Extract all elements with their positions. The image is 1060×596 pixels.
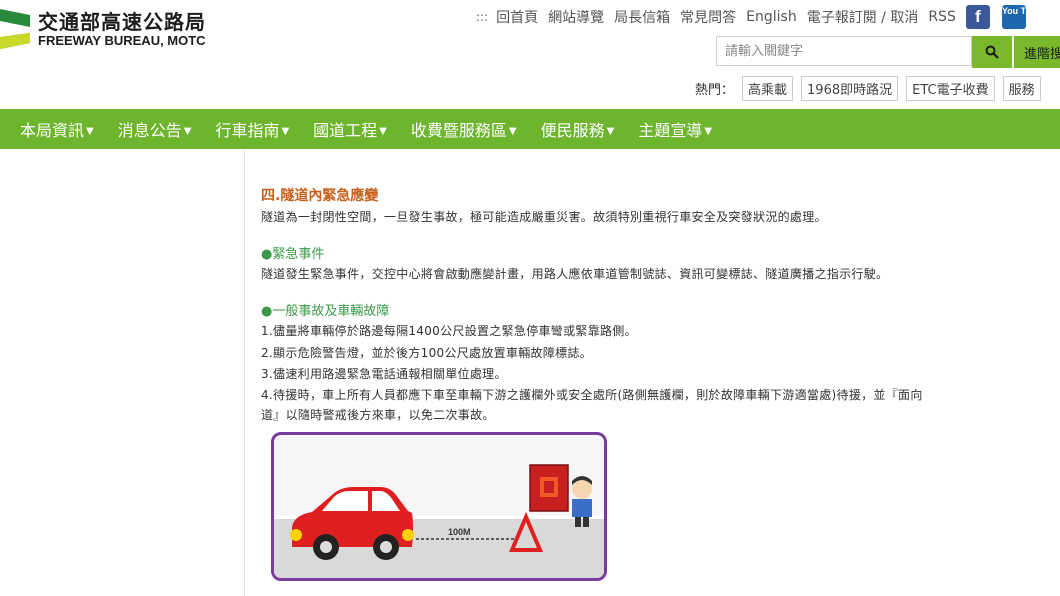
accesskey-link[interactable]: ::: [476, 10, 488, 24]
step-text: 1.儘量將車輛停於路邊每隔1400公尺設置之緊急停車彎或緊靠路側。 [261, 324, 637, 338]
newsletter-link[interactable]: 電子報訂閱 / 取消 [807, 7, 919, 27]
emergency-text: 隧道發生緊急事件，交控中心將會啟動應變計畫，用路人應依車道管制號誌、資訊可變標誌… [261, 267, 889, 281]
top-links: ::: 回首頁 網站導覽 局長信箱 常見問答 English 電子報訂閱 / 取… [476, 5, 1042, 29]
general-heading: ●一般事故及車輛故障 [261, 304, 390, 319]
nav-label: 行車指南 [215, 121, 280, 140]
caret-down-icon: ▼ [508, 126, 517, 137]
facebook-icon[interactable]: f [965, 5, 990, 29]
search-icon [985, 45, 999, 59]
caret-down-icon: ▼ [183, 126, 192, 137]
step-text: 2.顯示危險警告燈，並於後方100公尺處放置車輛故障標誌。 [261, 346, 593, 360]
site-header: 交通部高速公路局 FREEWAY BUREAU, MOTC ::: 回首頁 網站… [0, 0, 1060, 109]
step-text: 4.待援時，車上所有人員都應下車至車輛下游之護欄外或安全處所(路側無護欄，則於故… [261, 388, 923, 402]
nav-item-driving-guide[interactable]: 行車指南 ▼ [203, 117, 301, 141]
sitemap-link[interactable]: 網站導覽 [548, 7, 604, 27]
search-button[interactable] [972, 36, 1012, 68]
step-text: 道』以隨時警戒後方來車，以免二次事故。 [261, 408, 495, 422]
logo-mark-icon [0, 9, 30, 49]
breakdown-illustration: 100M [271, 432, 607, 581]
search-input[interactable] [716, 36, 972, 66]
hot-tag[interactable]: 服務 [1002, 76, 1041, 101]
section-title: 四.隧道內緊急應變 [261, 188, 379, 204]
main-nav: 本局資訊 ▼ 消息公告 ▼ 行車指南 ▼ 國道工程 ▼ 收費暨服務區 ▼ 便民服務 ▼ 主題… [0, 109, 1060, 149]
hot-label: 熱門： [695, 83, 735, 98]
caret-down-icon: ▼ [379, 126, 387, 137]
nav-label: 便民服務 [540, 121, 605, 140]
nav-item-news[interactable]: 消息公告 ▼ [106, 117, 204, 141]
caret-down-icon: ▼ [281, 126, 290, 137]
home-link[interactable]: 回首頁 [496, 7, 538, 27]
youtube-icon[interactable]: You Tube [1001, 5, 1042, 29]
emergency-heading: ●緊急事件 [261, 247, 325, 262]
intro-text: 隧道為一封閉性空間，一旦發生事故，極可能造成嚴重災害。故須特別重視行車安全及突發… [261, 210, 827, 224]
nav-item-services[interactable]: 便民服務 ▼ [529, 117, 627, 141]
caret-down-icon: ▼ [606, 126, 615, 137]
faq-link[interactable]: 常見問答 [680, 7, 736, 27]
car-breakdown-scene: 100M [274, 464, 604, 578]
rss-link[interactable]: RSS [928, 9, 956, 25]
search-bar: 進階搜 [716, 36, 1060, 68]
nav-item-toll-service[interactable]: 收費暨服務區 ▼ [399, 117, 529, 141]
distance-label: 100M [448, 527, 471, 537]
director-mailbox-link[interactable]: 局長信箱 [614, 7, 670, 27]
hot-tag[interactable]: 高乘載 [742, 76, 794, 101]
caret-down-icon: ▼ [86, 126, 94, 137]
nav-item-about[interactable]: 本局資訊 ▼ [0, 117, 106, 141]
nav-label: 國道工程 [313, 121, 378, 140]
logo-title-en: FREEWAY BUREAU, MOTC [38, 33, 206, 48]
nav-label: 收費暨服務區 [410, 121, 507, 140]
site-logo[interactable]: 交通部高速公路局 FREEWAY BUREAU, MOTC [0, 6, 206, 52]
nav-item-topics[interactable]: 主題宣導 ▼ [626, 117, 724, 141]
hot-keywords: 熱門： 高乘載 1968即時路況 ETC電子收費 服務 [695, 76, 1049, 101]
advanced-search-button[interactable]: 進階搜 [1014, 36, 1060, 68]
caret-down-icon: ▼ [704, 126, 713, 137]
logo-title-zh: 交通部高速公路局 [38, 10, 206, 34]
nav-label: 消息公告 [117, 121, 182, 140]
english-link[interactable]: English [746, 9, 797, 25]
hot-tag[interactable]: 1968即時路況 [801, 76, 899, 101]
nav-item-engineering[interactable]: 國道工程 ▼ [301, 117, 399, 141]
nav-label: 主題宣導 [638, 121, 703, 140]
emergency-phone-box-icon [529, 464, 569, 512]
hot-tag[interactable]: ETC電子收費 [906, 76, 995, 101]
step-text: 3.儘速利用路邊緊急電話通報相關單位處理。 [261, 367, 507, 381]
article-content: 四.隧道內緊急應變 隧道為一封閉性空間，一旦發生事故，極可能造成嚴重災害。故須特… [244, 149, 1060, 596]
nav-label: 本局資訊 [20, 121, 85, 140]
